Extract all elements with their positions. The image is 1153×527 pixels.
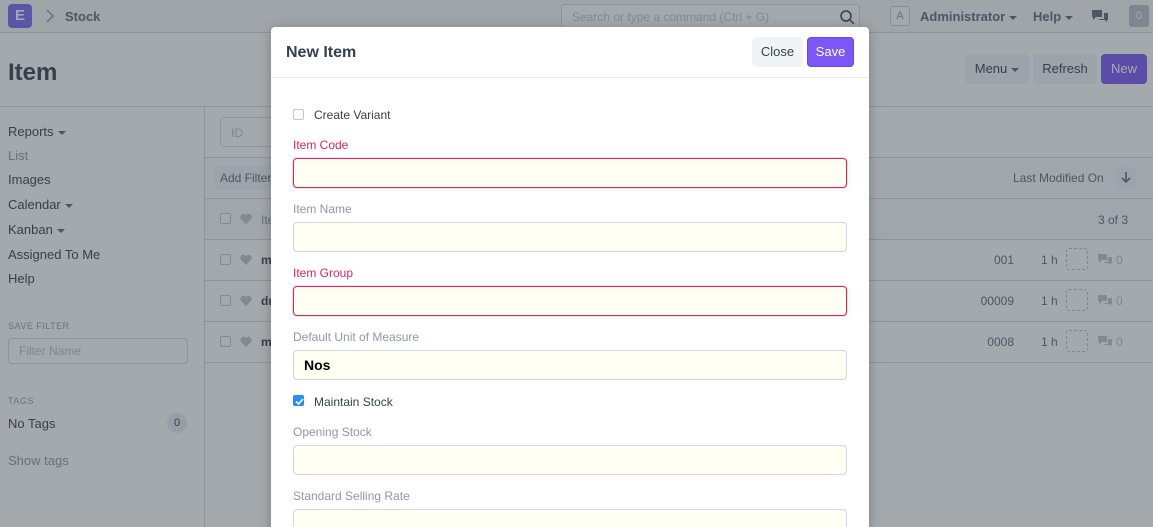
create-variant-checkbox[interactable] xyxy=(293,109,304,120)
opening-stock-label: Opening Stock xyxy=(293,425,372,439)
maintain-stock-checkbox[interactable] xyxy=(293,395,304,406)
new-item-dialog: New Item Close Save Create Variant Item … xyxy=(271,27,869,527)
check-icon xyxy=(295,398,304,406)
item-code-label: Item Code xyxy=(293,138,349,152)
maintain-stock-label[interactable]: Maintain Stock xyxy=(314,395,393,409)
uom-field[interactable]: Nos xyxy=(293,350,847,380)
item-group-label: Item Group xyxy=(293,266,354,280)
create-variant-label[interactable]: Create Variant xyxy=(314,108,390,122)
close-button[interactable]: Close xyxy=(752,37,803,67)
item-name-field[interactable] xyxy=(293,222,847,252)
save-button[interactable]: Save xyxy=(807,37,854,67)
selling-rate-label: Standard Selling Rate xyxy=(293,489,410,503)
modal-title: New Item xyxy=(286,44,357,61)
item-code-field[interactable] xyxy=(293,158,847,188)
uom-label: Default Unit of Measure xyxy=(293,330,420,344)
uom-value: Nos xyxy=(304,357,331,373)
modal-header: New Item Close Save xyxy=(271,27,869,78)
selling-rate-field[interactable] xyxy=(293,509,847,527)
item-name-label: Item Name xyxy=(293,202,352,216)
item-group-field[interactable] xyxy=(293,286,847,316)
opening-stock-field[interactable] xyxy=(293,445,847,475)
